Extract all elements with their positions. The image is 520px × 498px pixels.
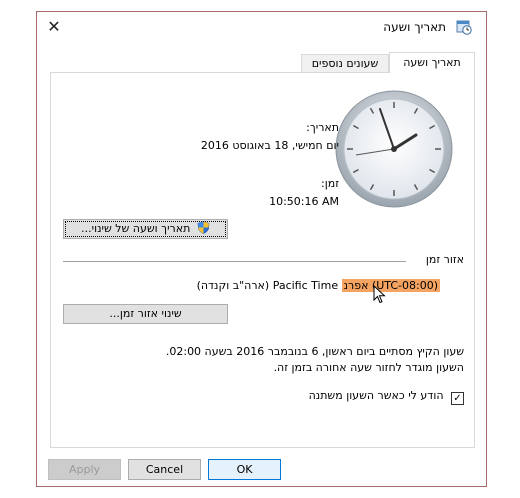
date-value: יום חמישי, 18 באוגוסט 2016 <box>200 139 339 152</box>
ok-label: OK <box>236 463 253 476</box>
cancel-button[interactable]: Cancel <box>128 459 201 480</box>
timezone-rest: Pacific Time (ארה"ב וקנדה) <box>196 279 339 292</box>
apply-button[interactable]: Apply <box>48 459 121 480</box>
tab-date-time[interactable]: תאריך ושעה <box>389 52 475 73</box>
notify-checkbox-row[interactable]: ✓ הודע לי כאשר השעון משתנה <box>309 389 464 405</box>
mouse-cursor-icon <box>373 285 386 304</box>
timezone-value: (UTC-08:00) אפרנ Pacific Time (ארה"ב וקנ… <box>197 279 440 293</box>
ok-button[interactable]: OK <box>208 459 281 480</box>
timezone-header: אזור זמן <box>425 253 464 266</box>
tab-additional-clocks[interactable]: שעונים נוספים <box>301 54 389 72</box>
date-time-dialog: ✕ תאריך ושעה תאריך ושעה שעונים נוספים תא… <box>36 11 487 487</box>
window-title: תאריך ושעה <box>383 20 446 34</box>
analog-clock <box>335 90 453 208</box>
change-date-time-button[interactable]: תאריך ושעה של שינוי... <box>63 219 228 239</box>
close-button[interactable]: ✕ <box>43 16 65 38</box>
dst-info-line1: שעון הקיץ מסתיים ביום ראשון, 6 בנובמבר 2… <box>165 345 464 358</box>
cancel-label: Cancel <box>145 463 184 476</box>
date-label: תאריך: <box>306 121 339 134</box>
time-label: זמן: <box>321 177 339 190</box>
dst-info-line2: השעון מוגדר לחזור שעה אחורה בזמן זה. <box>273 361 464 374</box>
timezone-highlight: (UTC-08:00) אפרנ <box>341 279 440 292</box>
change-timezone-button[interactable]: שינוי אזור זמן... <box>63 304 228 324</box>
tab-strip: תאריך ושעה שעונים נוספים <box>50 52 475 73</box>
change-timezone-label: שינוי אזור זמן... <box>109 307 182 320</box>
timezone-separator <box>63 261 406 262</box>
time-value: 10:50:16 AM <box>269 195 339 208</box>
change-date-time-label: תאריך ושעה של שינוי... <box>81 222 191 235</box>
title-bar: ✕ תאריך ושעה <box>37 12 486 42</box>
shield-icon <box>197 221 210 234</box>
notify-checkbox-label: הודע לי כאשר השעון משתנה <box>308 389 444 402</box>
notify-checkbox[interactable]: ✓ <box>451 392 464 405</box>
apply-label: Apply <box>68 463 101 476</box>
clock-calendar-icon <box>456 20 472 35</box>
tab-panel: תאריך: יום חמישי, 18 באוגוסט 2016 זמן: 1… <box>50 72 475 448</box>
